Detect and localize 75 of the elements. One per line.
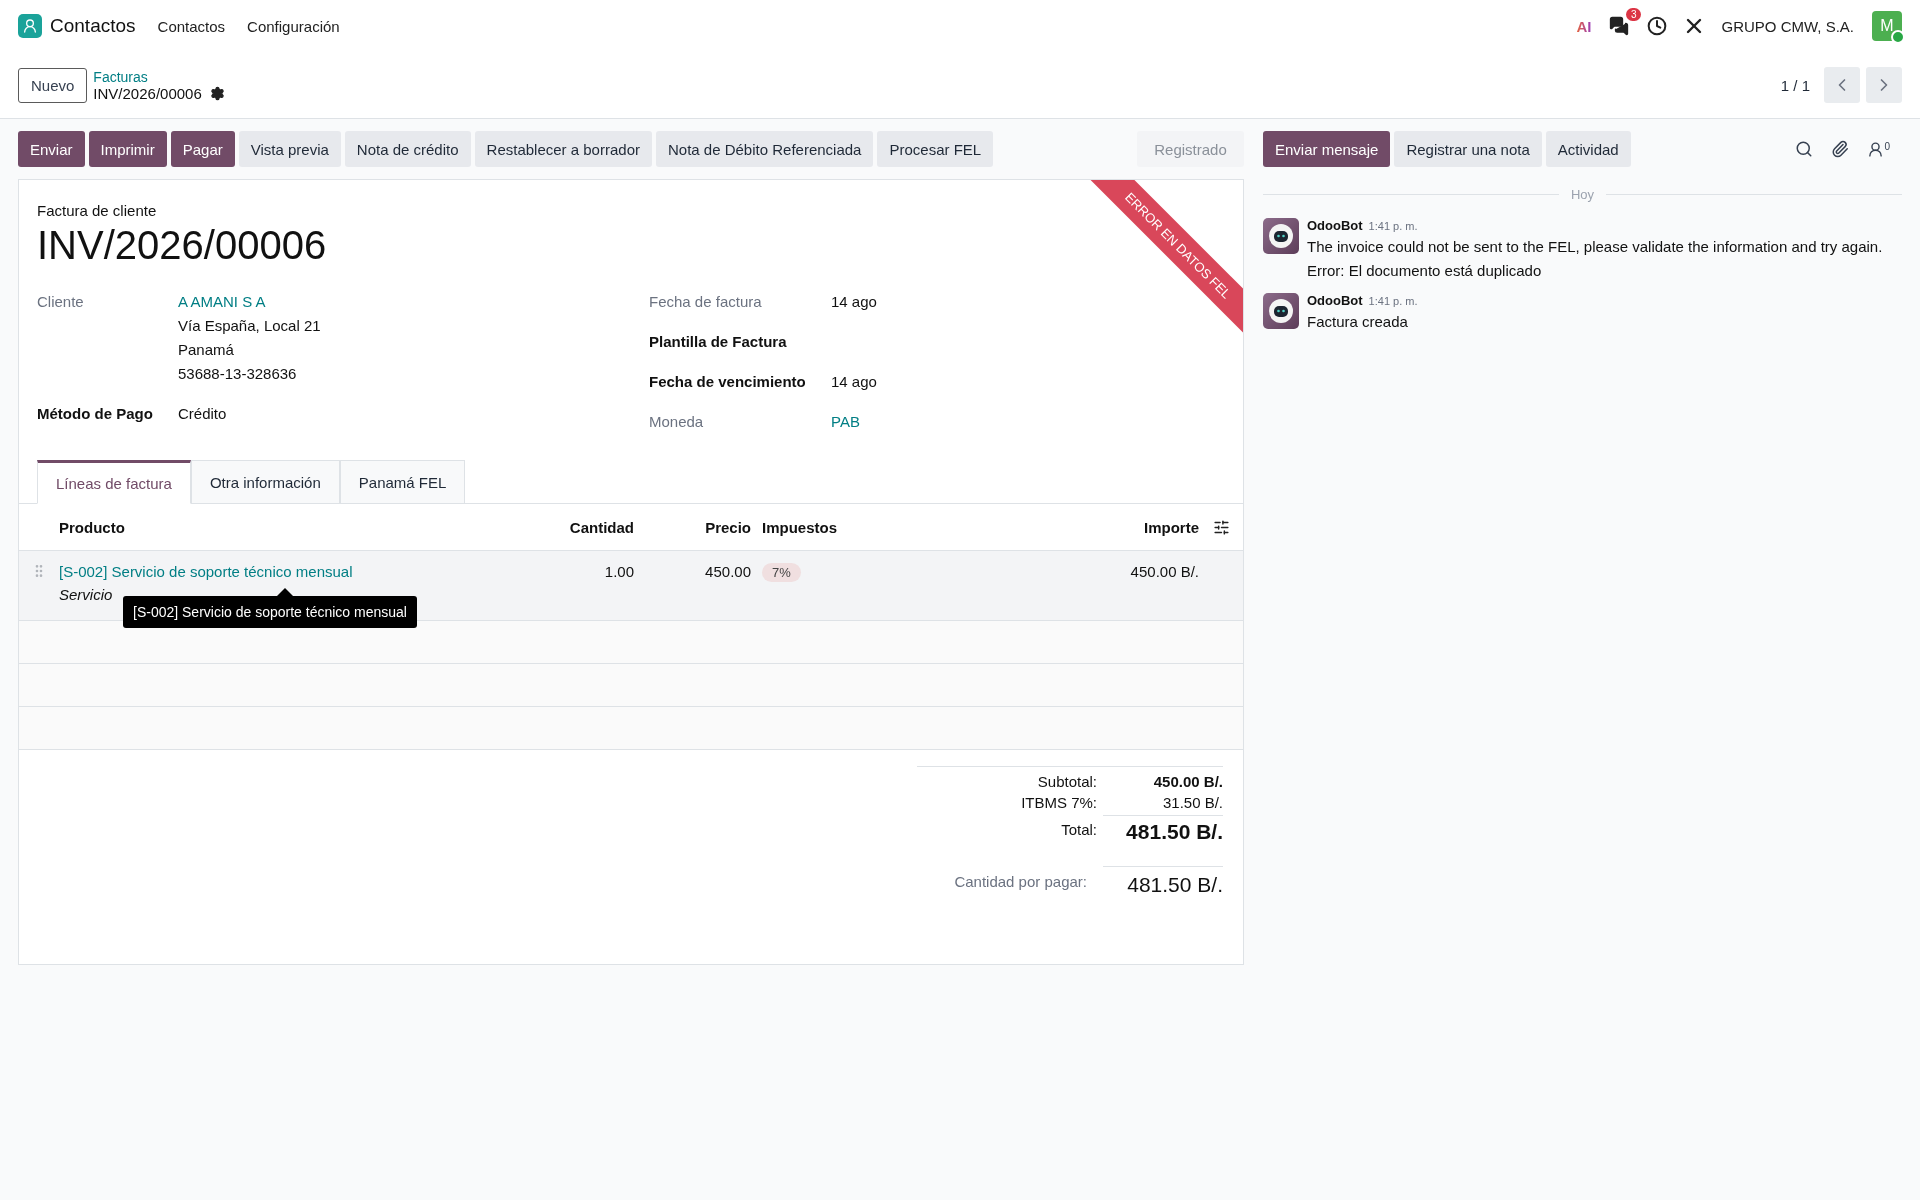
- action-button[interactable]: Enviar: [18, 131, 85, 167]
- search-icon[interactable]: [1795, 140, 1814, 158]
- total-value: 450.00 B/.: [1152, 773, 1223, 790]
- column-settings-icon[interactable]: [1212, 518, 1230, 536]
- field-value: 14 ago: [831, 292, 877, 312]
- total-value: 31.50 B/.: [1161, 794, 1223, 811]
- tax-tag: 7%: [762, 563, 801, 582]
- chatter-button[interactable]: Enviar mensaje: [1263, 131, 1391, 167]
- field-label: Moneda: [649, 412, 705, 432]
- field-link[interactable]: PAB: [831, 410, 860, 434]
- amount-due-label: Cantidad por pagar:: [953, 873, 1088, 890]
- address-line: 53688-13-328636: [178, 364, 297, 384]
- action-button[interactable]: Restablecer a borrador: [474, 131, 652, 167]
- field-value: 14 ago: [831, 372, 877, 392]
- chatter-button[interactable]: Registrar una nota: [1394, 131, 1542, 167]
- message-text: The invoice could not be sent to the FEL, please validate the information and try again. Error: El documento está duplicado: [1307, 237, 1884, 281]
- settings-icon[interactable]: [209, 85, 225, 101]
- address-line: Panamá: [178, 340, 234, 360]
- field-label: Fecha de vencimiento: [649, 372, 807, 392]
- record-name: INV/2026/00006: [93, 84, 202, 102]
- message-author: OdooBot: [1307, 218, 1363, 233]
- bot-avatar: [1263, 293, 1299, 329]
- chatter-button[interactable]: Actividad: [1545, 131, 1631, 167]
- action-button[interactable]: Imprimir: [88, 131, 167, 167]
- column-header[interactable]: Producto: [59, 518, 489, 536]
- message-author: OdooBot: [1307, 293, 1363, 308]
- tooltip: [S-002] Servicio de soporte técnico mensual: [123, 596, 417, 628]
- message-time: 1:41 p. m.: [1368, 295, 1418, 307]
- menu-item[interactable]: Contactos: [157, 17, 226, 35]
- column-header[interactable]: Cantidad: [489, 518, 634, 536]
- date-separator: Hoy: [1570, 187, 1595, 202]
- product-link[interactable]: [S-002] Servicio de soporte técnico mensual: [59, 563, 489, 580]
- total-label: Subtotal:: [1036, 773, 1098, 790]
- bot-avatar: [1263, 218, 1299, 254]
- menu-item[interactable]: Configuración: [247, 17, 340, 35]
- action-button[interactable]: Procesar FEL: [877, 131, 994, 167]
- total-label: Total:: [1060, 821, 1098, 838]
- app-logo-icon[interactable]: [18, 14, 42, 38]
- tab[interactable]: Panamá FEL: [339, 460, 466, 504]
- amount-cell-text: 450.00 B/.: [1129, 563, 1199, 580]
- address-line: Vía España, Local 21: [178, 316, 321, 336]
- field-value: Crédito: [178, 404, 227, 424]
- product-description: Servicio: [59, 586, 113, 603]
- action-button[interactable]: Nota de Débito Referenciada: [656, 131, 874, 167]
- new-button[interactable]: Nuevo: [18, 67, 88, 103]
- messages-icon[interactable]: [1609, 16, 1630, 36]
- clock-icon[interactable]: [1647, 16, 1668, 36]
- company-name[interactable]: GRUPO CMW, S.A.: [1721, 17, 1854, 35]
- column-header[interactable]: Precio: [634, 518, 751, 536]
- total-value: 481.50 B/.: [1103, 815, 1223, 844]
- breadcrumb-link[interactable]: Facturas: [93, 68, 225, 85]
- action-button[interactable]: Nota de crédito: [344, 131, 471, 167]
- paperclip-icon[interactable]: [1831, 140, 1850, 158]
- column-header[interactable]: Impuestos: [751, 518, 1069, 536]
- count-badge: 3: [1625, 8, 1642, 21]
- followers-button[interactable]: 0: [1867, 140, 1890, 158]
- tab[interactable]: Otra información: [190, 460, 340, 504]
- price-cell-text: 450.00: [704, 563, 751, 580]
- column-header[interactable]: Importe: [1069, 518, 1199, 536]
- quantity-cell-text: 1.00: [603, 563, 634, 580]
- field-label: Método de Pago: [37, 404, 154, 424]
- invoice-title: INV/2026/00006: [37, 223, 327, 268]
- field-label: Fecha de factura: [649, 292, 763, 312]
- message-time: 1:41 p. m.: [1368, 220, 1418, 232]
- tab[interactable]: Líneas de factura: [37, 460, 191, 504]
- app-name[interactable]: Contactos: [50, 15, 136, 37]
- total-label: ITBMS 7%:: [1020, 794, 1098, 811]
- action-button[interactable]: Pagar: [170, 131, 235, 167]
- field-link[interactable]: A AMANI S A: [178, 290, 266, 314]
- field-label: Cliente: [37, 292, 85, 312]
- field-label: Plantilla de Factura: [649, 332, 788, 352]
- action-button[interactable]: Vista previa: [238, 131, 341, 167]
- amount-due-value: 481.50 B/.: [1103, 866, 1223, 897]
- pager-value[interactable]: 1 / 1: [1780, 76, 1810, 94]
- message-text: Factura creada: [1307, 312, 1409, 332]
